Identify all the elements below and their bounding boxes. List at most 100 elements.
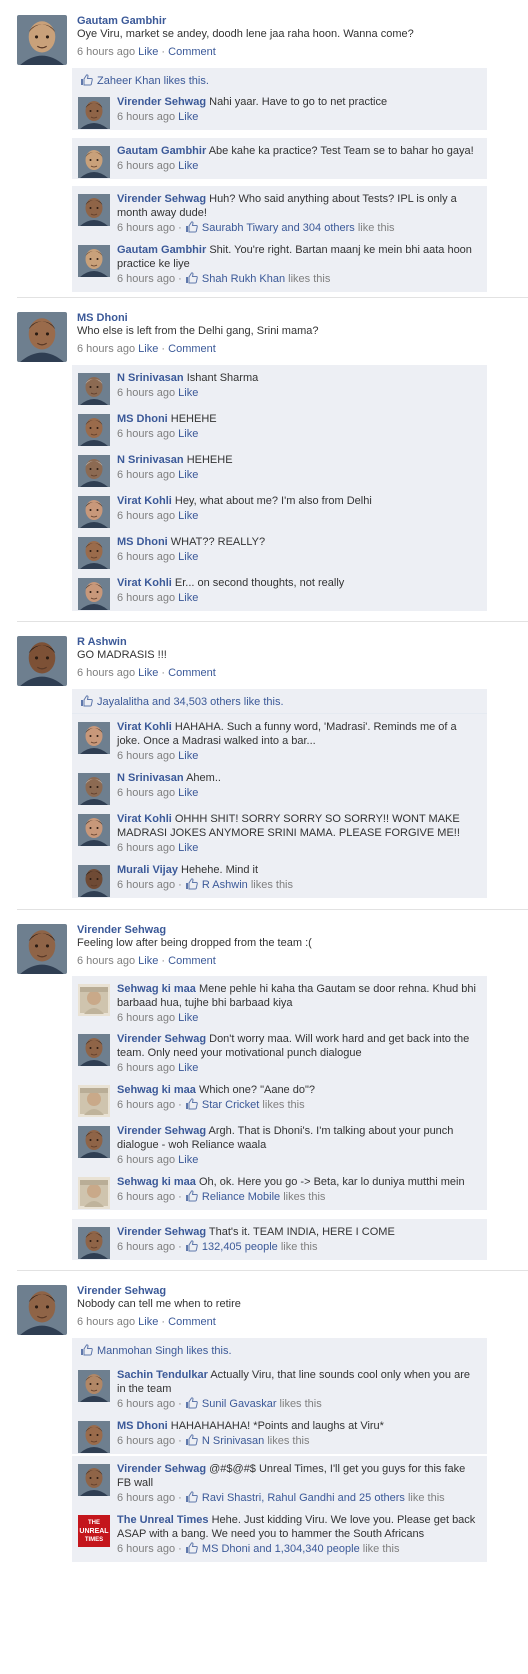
avatar[interactable] [78, 1085, 110, 1117]
comment-like-link[interactable]: Like [178, 1154, 198, 1166]
comment-timestamp[interactable]: 6 hours ago [117, 1012, 175, 1024]
avatar[interactable] [78, 245, 110, 277]
comment-timestamp[interactable]: 6 hours ago [117, 1398, 175, 1410]
comment-timestamp[interactable]: 6 hours ago [117, 551, 175, 563]
avatar[interactable] [78, 773, 110, 805]
comment-timestamp[interactable]: 6 hours ago [117, 1492, 175, 1504]
comment-author-link[interactable]: Sachin Tendulkar [117, 1369, 208, 1381]
comment-author-link[interactable]: Sehwag ki maa [117, 1176, 196, 1188]
avatar[interactable] [17, 15, 67, 65]
comment-timestamp[interactable]: 6 hours ago [117, 879, 175, 891]
avatar[interactable] [78, 865, 110, 897]
comment-likers-link[interactable]: Star Cricket [202, 1099, 259, 1111]
comment-author-link[interactable]: Gautam Gambhir [117, 244, 206, 256]
avatar[interactable] [78, 1126, 110, 1158]
like-link[interactable]: Like [138, 667, 158, 679]
avatar[interactable] [78, 194, 110, 226]
comment-author-link[interactable]: Virender Sehwag [117, 1125, 206, 1137]
likes-summary-text[interactable]: Jayalalitha and 34,503 others like this. [97, 696, 284, 708]
avatar[interactable] [17, 1285, 67, 1335]
comment-timestamp[interactable]: 6 hours ago [117, 842, 175, 854]
comment-timestamp[interactable]: 6 hours ago [117, 1154, 175, 1166]
post-timestamp[interactable]: 6 hours ago [77, 46, 135, 58]
comment-author-link[interactable]: N Srinivasan [117, 454, 184, 466]
like-link[interactable]: Like [138, 955, 158, 967]
comment-like-link[interactable]: Like [178, 1062, 198, 1074]
avatar[interactable] [78, 97, 110, 129]
comment-timestamp[interactable]: 6 hours ago [117, 222, 175, 234]
comment-author-link[interactable]: Sehwag ki maa [117, 983, 196, 995]
comment-author-link[interactable]: Virender Sehwag [117, 96, 206, 108]
comment-like-link[interactable]: Like [178, 842, 198, 854]
comment-link[interactable]: Comment [168, 667, 216, 679]
comment-author-link[interactable]: Virender Sehwag [117, 1226, 206, 1238]
comment-author-link[interactable]: N Srinivasan [117, 772, 184, 784]
comment-author-link[interactable]: Murali Vijay [117, 864, 178, 876]
comment-author-link[interactable]: The Unreal Times [117, 1514, 209, 1526]
comment-like-link[interactable]: Like [178, 551, 198, 563]
comment-timestamp[interactable]: 6 hours ago [117, 1191, 175, 1203]
post-author-link[interactable]: MS Dhoni [77, 312, 128, 324]
comment-timestamp[interactable]: 6 hours ago [117, 111, 175, 123]
post-author-link[interactable]: Gautam Gambhir [77, 15, 166, 27]
avatar[interactable] [78, 1421, 110, 1453]
comment-link[interactable]: Comment [168, 343, 216, 355]
comment-like-link[interactable]: Like [178, 387, 198, 399]
comment-author-link[interactable]: Virat Kohli [117, 721, 172, 733]
comment-likers-link[interactable]: N Srinivasan [202, 1435, 264, 1447]
comment-timestamp[interactable]: 6 hours ago [117, 750, 175, 762]
avatar[interactable] [78, 1227, 110, 1259]
comment-timestamp[interactable]: 6 hours ago [117, 510, 175, 522]
post-timestamp[interactable]: 6 hours ago [77, 955, 135, 967]
comment-author-link[interactable]: Virat Kohli [117, 813, 172, 825]
comment-author-link[interactable]: MS Dhoni [117, 1420, 168, 1432]
avatar[interactable] [78, 455, 110, 487]
avatar[interactable] [17, 924, 67, 974]
comment-timestamp[interactable]: 6 hours ago [117, 1543, 175, 1555]
avatar[interactable] [78, 984, 110, 1016]
avatar[interactable] [78, 722, 110, 754]
comment-timestamp[interactable]: 6 hours ago [117, 160, 175, 172]
avatar[interactable] [78, 496, 110, 528]
like-link[interactable]: Like [138, 46, 158, 58]
like-link[interactable]: Like [138, 1316, 158, 1328]
comment-link[interactable]: Comment [168, 1316, 216, 1328]
avatar[interactable] [78, 1370, 110, 1402]
comment-timestamp[interactable]: 6 hours ago [117, 1099, 175, 1111]
comment-likers-link[interactable]: MS Dhoni and 1,304,340 people [202, 1543, 360, 1555]
comment-author-link[interactable]: Virender Sehwag [117, 1463, 206, 1475]
comment-timestamp[interactable]: 6 hours ago [117, 592, 175, 604]
avatar[interactable]: THE UNREAL TIMES [78, 1515, 110, 1547]
comment-author-link[interactable]: Gautam Gambhir [117, 145, 206, 157]
comment-likers-link[interactable]: Saurabh Tiwary and 304 others [202, 222, 355, 234]
post-author-link[interactable]: R Ashwin [77, 636, 127, 648]
comment-timestamp[interactable]: 6 hours ago [117, 1435, 175, 1447]
comment-author-link[interactable]: Virender Sehwag [117, 1033, 206, 1045]
comment-timestamp[interactable]: 6 hours ago [117, 469, 175, 481]
comment-like-link[interactable]: Like [178, 469, 198, 481]
avatar[interactable] [78, 1177, 110, 1209]
comment-timestamp[interactable]: 6 hours ago [117, 387, 175, 399]
comment-link[interactable]: Comment [168, 955, 216, 967]
comment-timestamp[interactable]: 6 hours ago [117, 428, 175, 440]
comment-likers-link[interactable]: 132,405 people [202, 1241, 278, 1253]
post-timestamp[interactable]: 6 hours ago [77, 1316, 135, 1328]
likes-summary-text[interactable]: Zaheer Khan likes this. [97, 75, 209, 87]
comment-link[interactable]: Comment [168, 46, 216, 58]
avatar[interactable] [78, 1034, 110, 1066]
avatar[interactable] [78, 373, 110, 405]
avatar[interactable] [78, 814, 110, 846]
comment-like-link[interactable]: Like [178, 750, 198, 762]
avatar[interactable] [17, 636, 67, 686]
likes-summary-text[interactable]: Manmohan Singh likes this. [97, 1345, 232, 1357]
comment-like-link[interactable]: Like [178, 160, 198, 172]
comment-author-link[interactable]: Virender Sehwag [117, 193, 206, 205]
comment-author-link[interactable]: MS Dhoni [117, 536, 168, 548]
comment-author-link[interactable]: N Srinivasan [117, 372, 184, 384]
avatar[interactable] [78, 1464, 110, 1496]
comment-like-link[interactable]: Like [178, 428, 198, 440]
comment-author-link[interactable]: Sehwag ki maa [117, 1084, 196, 1096]
comment-likers-link[interactable]: Ravi Shastri, Rahul Gandhi and 25 others [202, 1492, 405, 1504]
comment-author-link[interactable]: Virat Kohli [117, 495, 172, 507]
comment-timestamp[interactable]: 6 hours ago [117, 273, 175, 285]
